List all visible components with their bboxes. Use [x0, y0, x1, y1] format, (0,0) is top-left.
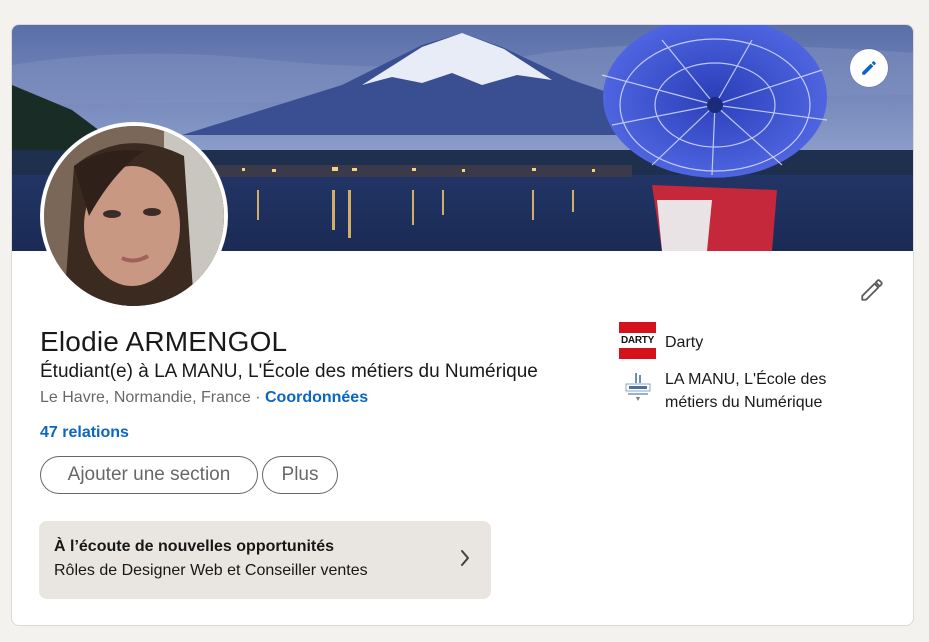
company-name: Darty — [665, 334, 704, 351]
add-section-button[interactable]: Ajouter une section — [40, 456, 258, 494]
banner-edit-button[interactable] — [850, 49, 888, 87]
open-to-work-title: À l’écoute de nouvelles opportunités — [54, 538, 335, 555]
open-to-work-subtitle: Rôles de Designer Web et Conseiller vent… — [54, 562, 368, 579]
open-to-work-card[interactable]: À l’écoute de nouvelles opportunités Rôl… — [39, 521, 491, 599]
pencil-icon — [861, 279, 883, 301]
chevron-right-icon — [461, 550, 469, 566]
profile-headline: Étudiant(e) à LA MANU, L'École des métie… — [40, 361, 538, 382]
profile-name: Elodie ARMENGOL — [40, 326, 288, 357]
profile-avatar[interactable] — [40, 122, 228, 310]
company-name: LA MANU, L'École des métiers du Numériqu… — [665, 371, 827, 411]
la-manu-logo — [619, 368, 656, 405]
company-darty[interactable]: DARTY Darty — [619, 322, 861, 359]
location-separator: · — [250, 389, 265, 406]
profile-location-line: Le Havre, Normandie, France · Coordonnée… — [40, 387, 368, 409]
company-la-manu[interactable]: LA MANU, L'École des métiers du Numériqu… — [619, 368, 861, 414]
contact-info-link[interactable]: Coordonnées — [265, 389, 368, 406]
darty-logo-text: DARTY — [619, 333, 656, 348]
more-button[interactable]: Plus — [262, 456, 338, 494]
profile-card: Elodie ARMENGOL Étudiant(e) à LA MANU, L… — [11, 24, 914, 626]
profile-location: Le Havre, Normandie, France — [40, 389, 251, 406]
profile-edit-button[interactable] — [854, 272, 890, 308]
pencil-icon — [862, 61, 876, 75]
relations-link[interactable]: 47 relations — [40, 422, 129, 444]
darty-logo: DARTY — [619, 322, 656, 359]
